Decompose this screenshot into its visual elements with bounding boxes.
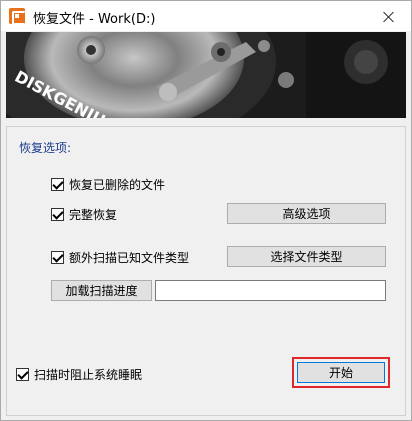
load-scan-progress-button[interactable]: 加载扫描进度 xyxy=(51,280,152,301)
select-file-types-button[interactable]: 选择文件类型 xyxy=(227,246,386,267)
start-button[interactable]: 开始 xyxy=(297,362,385,383)
advanced-options-button[interactable]: 高级选项 xyxy=(227,203,386,224)
full-recovery-label: 完整恢复 xyxy=(69,207,118,222)
full-recovery-checkbox-row[interactable]: 完整恢复 xyxy=(51,205,117,223)
close-icon[interactable] xyxy=(367,1,411,31)
recover-deleted-checkbox[interactable] xyxy=(51,177,64,191)
window-title: 恢复文件 - Work(D:) xyxy=(33,12,156,27)
scan-known-types-label: 额外扫描已知文件类型 xyxy=(69,250,190,265)
prevent-sleep-label: 扫描时阻止系统睡眠 xyxy=(34,367,143,382)
recover-files-dialog: 恢复文件 - Work(D:) DISKGENIUS 恢复选项: 恢复已删除的文… xyxy=(0,0,412,421)
hard-disk-illustration: DISKGENIUS xyxy=(6,32,406,118)
prevent-sleep-checkbox[interactable] xyxy=(16,367,29,381)
prevent-sleep-checkbox-row[interactable]: 扫描时阻止系统睡眠 xyxy=(16,365,142,383)
title-bar[interactable]: 恢复文件 - Work(D:) xyxy=(1,1,411,31)
recovery-options-panel: 恢复选项: 恢复已删除的文件 完整恢复 高级选项 额外扫描已知文件类型 选择文件… xyxy=(6,126,406,416)
recover-deleted-checkbox-row[interactable]: 恢复已删除的文件 xyxy=(51,175,165,193)
scan-known-types-checkbox[interactable] xyxy=(51,250,64,264)
recovery-options-label: 恢复选项: xyxy=(19,141,72,155)
scan-known-types-checkbox-row[interactable]: 额外扫描已知文件类型 xyxy=(51,248,189,266)
start-button-highlight: 开始 xyxy=(292,357,390,388)
scan-progress-path-field[interactable] xyxy=(155,280,386,301)
recover-deleted-label: 恢复已删除的文件 xyxy=(69,177,166,192)
diskgenius-banner: DISKGENIUS xyxy=(6,32,406,118)
full-recovery-checkbox[interactable] xyxy=(51,207,64,221)
diskgenius-app-icon xyxy=(9,8,26,25)
